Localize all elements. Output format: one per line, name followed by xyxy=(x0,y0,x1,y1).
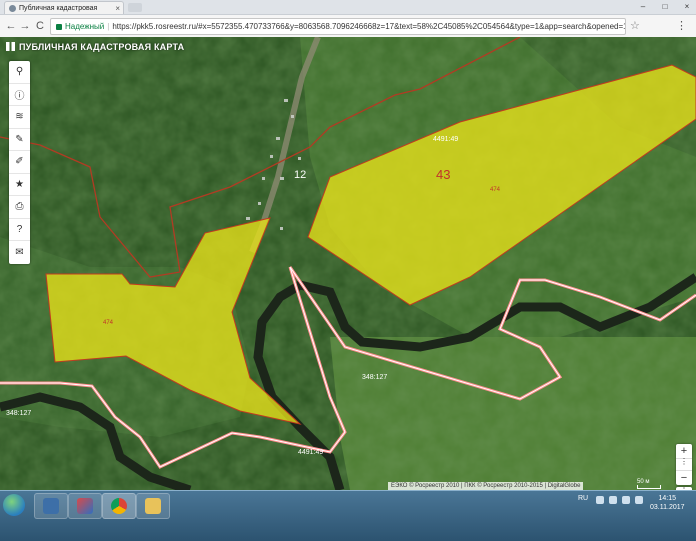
layers-tool[interactable]: ≋ xyxy=(9,106,30,129)
zoom-in-button[interactable]: + xyxy=(676,444,692,458)
volume-icon[interactable] xyxy=(635,496,643,504)
cadastral-label-top: 4491:49 xyxy=(433,136,458,143)
favicon-icon xyxy=(9,5,16,12)
minimize-button[interactable]: – xyxy=(636,0,650,14)
browser-toolbar: ← → C Надежный | https://pkk5.rosreestr.ru… xyxy=(0,15,696,38)
clock[interactable]: 14:15 03.11.2017 xyxy=(650,494,685,512)
folder-icon xyxy=(145,498,161,514)
search-icon: ⚲ xyxy=(15,66,24,78)
favorites-tool[interactable]: ★ xyxy=(9,174,30,196)
zoom-out-button[interactable]: − xyxy=(676,471,692,485)
lock-icon xyxy=(56,23,62,30)
rosreestr-logo-icon xyxy=(6,42,15,51)
url-text: https://pkk5.rosreestr.ru/#x=5572355.470… xyxy=(112,22,626,31)
reload-button[interactable]: C xyxy=(33,19,47,33)
app-title-text: ПУБЛИЧНАЯ КАДАСТРОВАЯ КАРТА xyxy=(19,42,185,52)
cadastral-label-left: 348:127 xyxy=(6,410,31,417)
feedback-tool[interactable]: ✉ xyxy=(9,241,30,264)
taskbar-app-chrome[interactable] xyxy=(102,493,136,519)
window-controls: – □ × xyxy=(636,0,694,14)
draw-tool[interactable]: ✎ xyxy=(9,129,30,151)
bookmark-star-icon[interactable]: ☆ xyxy=(630,19,640,33)
taskbar-app-explorer[interactable] xyxy=(34,493,68,519)
help-tool[interactable]: ? xyxy=(9,219,30,241)
taskbar-app-folder[interactable] xyxy=(136,493,170,519)
print-tool[interactable]: ⎙ xyxy=(9,196,30,219)
tray-icon-2[interactable] xyxy=(609,496,617,504)
clock-date: 03.11.2017 xyxy=(650,504,685,511)
system-tray xyxy=(596,496,643,504)
tray-icon-1[interactable] xyxy=(596,496,604,504)
start-button[interactable] xyxy=(3,494,25,516)
plot-label-474-east: 474 xyxy=(490,187,501,193)
search-tool[interactable]: ⚲ xyxy=(9,61,30,84)
print-icon: ⎙ xyxy=(15,201,24,213)
app-title: ПУБЛИЧНАЯ КАДАСТРОВАЯ КАРТА xyxy=(6,42,184,52)
browser-menu-icon[interactable]: ⋮ xyxy=(676,19,687,33)
browser-tab[interactable]: Публичная кадастровая × xyxy=(4,1,124,14)
maximize-button[interactable]: □ xyxy=(658,0,672,14)
cadastral-label-bottom: 4491:49 xyxy=(298,449,323,456)
quarter-number-12: 12 xyxy=(294,169,306,181)
zoom-slider[interactable]: ⋮ xyxy=(676,458,692,471)
map-toolbar: ⚲ ⓘ ≋ ✎ ✐ ★ ⎙ ? ✉ xyxy=(9,61,30,264)
clock-time: 14:15 xyxy=(658,495,677,502)
scale-label: 50 м xyxy=(637,479,650,485)
close-window-button[interactable]: × xyxy=(680,0,694,14)
measure-tool[interactable]: ✐ xyxy=(9,151,30,174)
taskbar: RU 14:15 03.11.2017 xyxy=(0,490,696,541)
zoom-control: + ⋮ − xyxy=(676,444,692,485)
plot-label-474-west: 474 xyxy=(103,320,114,326)
new-tab-button[interactable] xyxy=(128,3,142,12)
media-player-icon xyxy=(77,498,93,514)
secure-label: Надежный xyxy=(65,22,105,31)
map-attribution: ЕЭКО © Росреестр 2010 | ПКК © Росреестр … xyxy=(388,482,584,490)
help-icon: ? xyxy=(16,223,23,235)
cadastral-label-mid: 348:127 xyxy=(362,374,387,381)
plot-number-43[interactable]: 43 xyxy=(436,167,450,182)
chrome-icon xyxy=(111,498,127,514)
network-icon[interactable] xyxy=(622,496,630,504)
back-button[interactable]: ← xyxy=(4,19,18,33)
close-tab-icon[interactable]: × xyxy=(115,2,120,14)
info-tool[interactable]: ⓘ xyxy=(9,84,30,106)
language-indicator[interactable]: RU xyxy=(578,495,588,502)
address-bar[interactable]: Надежный | https://pkk5.rosreestr.ru/#x=55… xyxy=(50,18,626,35)
info-icon: ⓘ xyxy=(14,90,25,102)
mail-icon: ✉ xyxy=(15,246,24,258)
tab-strip: Публичная кадастровая × – □ × xyxy=(0,0,696,15)
favorites-icon: ★ xyxy=(15,178,24,190)
map-viewport[interactable]: 43 12 4491:49 4491:49 348:127 348:127 47… xyxy=(0,37,696,490)
scale-line xyxy=(637,485,661,489)
satellite-map: 43 12 4491:49 4491:49 348:127 348:127 47… xyxy=(0,37,696,490)
pencil-icon: ✎ xyxy=(15,133,24,145)
tab-title: Публичная кадастровая xyxy=(19,5,98,12)
taskbar-app-media[interactable] xyxy=(68,493,102,519)
scale-bar: 50 м xyxy=(637,479,661,489)
explorer-icon xyxy=(43,498,59,514)
measure-icon: ✐ xyxy=(15,156,24,168)
forward-button[interactable]: → xyxy=(18,19,32,33)
layers-icon: ≋ xyxy=(15,111,24,123)
